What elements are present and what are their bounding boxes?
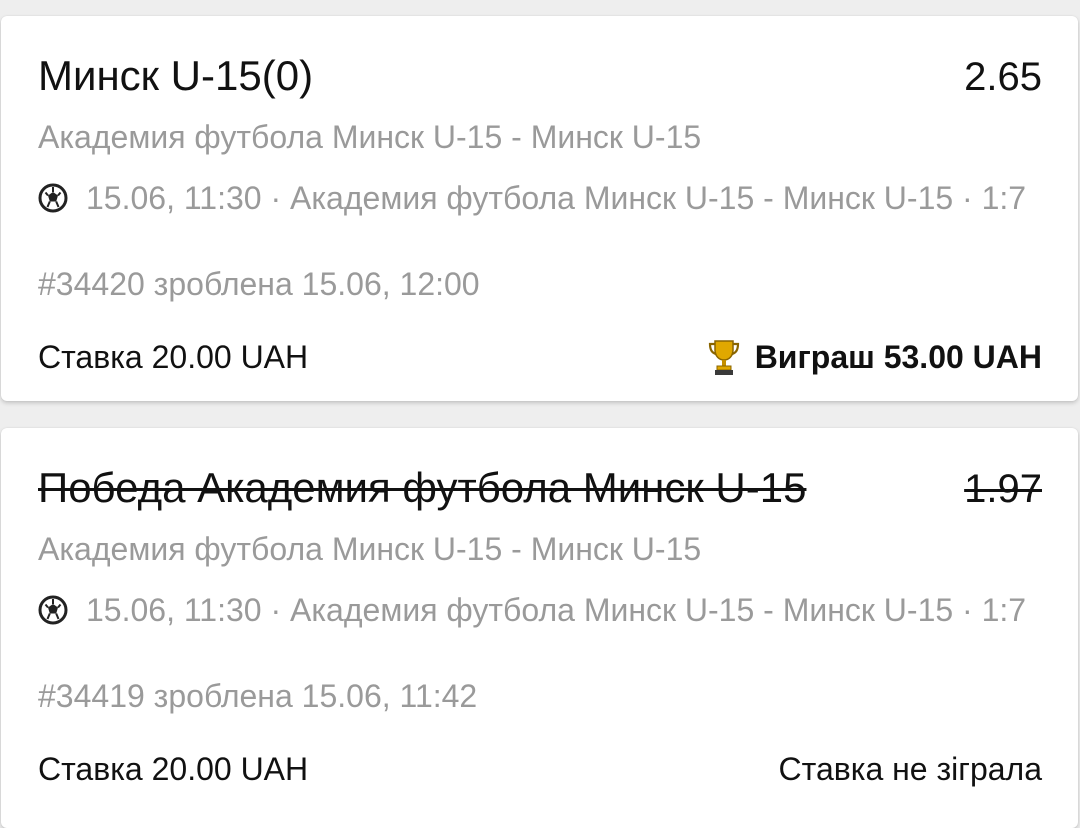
bet-id: #34419 зроблена 15.06, 11:42: [38, 678, 478, 714]
stake-amount: Ставка 20.00 UAH: [38, 339, 309, 375]
event-info: 15.06, 11:30 · Академия футбола Минск U-…: [86, 592, 1027, 628]
bet-footer: Ставка 20.00 UAH Виграш 53.00 UAH: [38, 337, 1042, 377]
bet-odds: 2.65: [964, 55, 1042, 99]
bet-id: #34420 зроблена 15.06, 12:00: [38, 266, 480, 302]
soccer-ball-icon: [38, 595, 68, 625]
stake-amount: Ставка 20.00 UAH: [38, 751, 309, 787]
match-name: Академия футбола Минск U-15 - Минск U-15: [38, 531, 702, 567]
event-info-row: 15.06, 11:30 · Академия футбола Минск U-…: [38, 178, 1042, 218]
bet-footer: Ставка 20.00 UAH Ставка не зіграла: [38, 749, 1042, 789]
bet-selection: Минск U-15(0): [38, 52, 314, 99]
match-name: Академия футбола Минск U-15 - Минск U-15: [38, 119, 702, 155]
event-info: 15.06, 11:30 · Академия футбола Минск U-…: [86, 180, 1027, 216]
bet-card[interactable]: Минск U-15(0) 2.65 Академия футбола Минс…: [1, 16, 1078, 401]
bet-card[interactable]: Победа Академия футбола Минск U-15 1.97 …: [1, 428, 1078, 828]
event-info-row: 15.06, 11:30 · Академия футбола Минск U-…: [38, 590, 1042, 630]
trophy-icon: [708, 340, 739, 375]
bet-odds: 1.97: [964, 467, 1042, 511]
win-result: Виграш 53.00 UAH: [707, 337, 1042, 377]
bet-title-row: Минск U-15(0) 2.65: [38, 52, 1042, 101]
bet-title-row: Победа Академия футбола Минск U-15 1.97: [38, 464, 1042, 513]
soccer-ball-icon: [38, 183, 68, 213]
lost-result: Ставка не зіграла: [778, 751, 1042, 787]
win-amount: Виграш 53.00 UAH: [754, 339, 1042, 375]
bet-selection: Победа Академия футбола Минск U-15: [38, 464, 807, 511]
